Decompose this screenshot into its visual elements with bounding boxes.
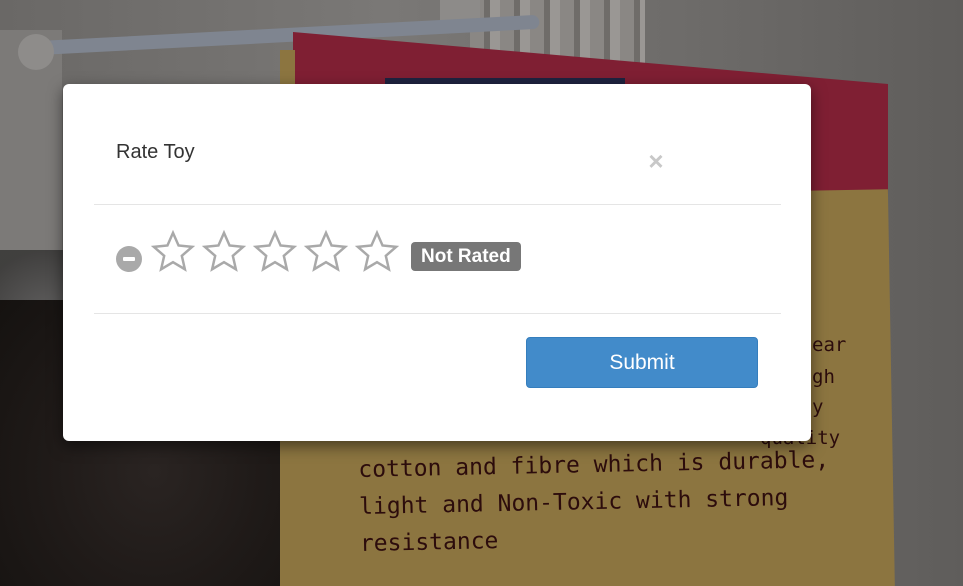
rate-toy-modal: Rate Toy × Not Rated Submit: [63, 84, 811, 441]
submit-button[interactable]: Submit: [526, 337, 758, 388]
modal-header: Rate Toy ×: [94, 84, 781, 205]
modal-title: Rate Toy: [116, 141, 195, 163]
rating-caption-badge: Not Rated: [411, 242, 521, 271]
star-2-icon[interactable]: [201, 229, 252, 279]
star-5-icon[interactable]: [354, 229, 405, 279]
clear-rating-icon[interactable]: [116, 246, 142, 272]
star-4-icon[interactable]: [303, 229, 354, 279]
star-3-icon[interactable]: [252, 229, 303, 279]
star-1-icon[interactable]: [150, 229, 201, 279]
modal-body: Not Rated: [94, 205, 781, 314]
star-rating: [150, 229, 405, 279]
close-icon[interactable]: ×: [646, 148, 666, 174]
